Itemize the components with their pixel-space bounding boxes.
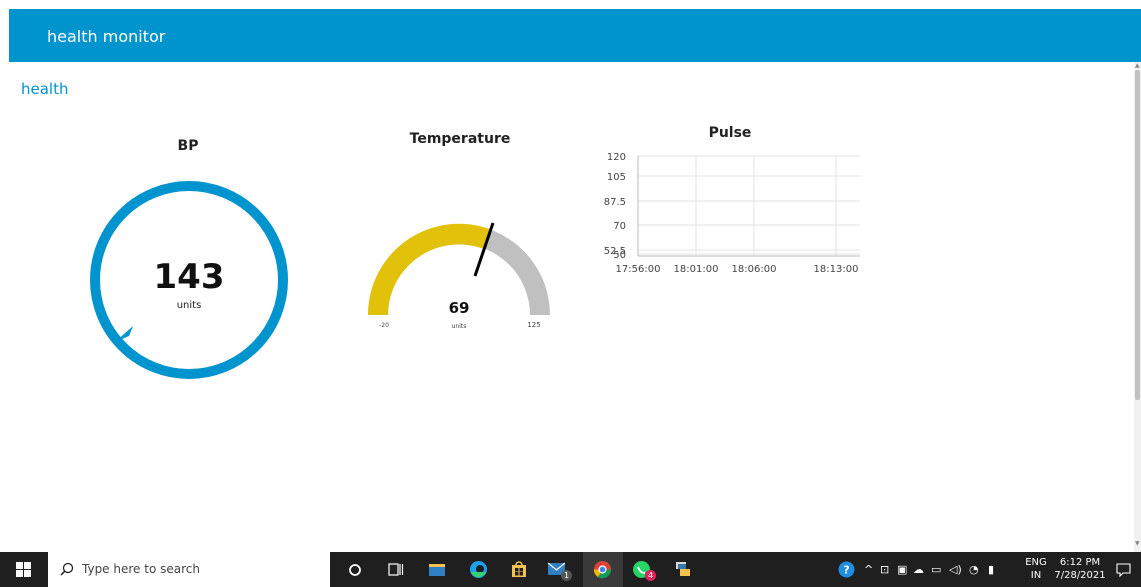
taskbar-search-box[interactable]: Type here to search [48, 552, 330, 587]
cortana-icon[interactable] [348, 563, 362, 577]
windows-start-icon[interactable] [16, 562, 31, 577]
onedrive-cloud-icon[interactable]: ☁ [913, 563, 924, 576]
mail-badge: 1 [561, 570, 572, 581]
bp-value: 143 [154, 257, 225, 297]
pulse-y-tick-label: 87.5 [604, 197, 626, 208]
pulse-x-tick-label: 18:01:00 [674, 264, 719, 275]
input-language-indicator[interactable]: ENG IN [1024, 556, 1048, 582]
clock-date: 7/28/2021 [1054, 570, 1106, 581]
pulse-chart: 12010587.57052.55017:56:00 18:01:00 18:06:… [604, 152, 860, 275]
volume-icon[interactable]: ◁) [949, 563, 962, 576]
scroll-up-arrow-icon[interactable]: ▲ [1135, 62, 1140, 69]
python-app-icon[interactable] [674, 560, 692, 578]
region-code: IN [1030, 570, 1042, 581]
edge-browser-icon[interactable] [469, 560, 488, 579]
temperature-max-label: 125 [527, 321, 540, 329]
pulse-x-tick-label: 18:13:00 [814, 264, 859, 275]
temperature-min-label: -20 [379, 322, 389, 329]
file-explorer-icon[interactable] [428, 561, 446, 578]
search-icon [60, 562, 74, 576]
pulse-title: Pulse [708, 125, 752, 141]
page-scrollbar[interactable]: ▲ ▼ [1134, 62, 1141, 552]
help-icon[interactable]: ? [838, 561, 855, 578]
mail-app-icon[interactable]: 1 [547, 560, 572, 582]
temperature-title: Temperature [409, 131, 511, 147]
pulse-y-tick-label: 120 [607, 152, 626, 163]
wifi-icon[interactable]: ◔ [969, 563, 979, 576]
microsoft-store-icon[interactable] [510, 560, 528, 578]
chrome-browser-icon[interactable] [593, 560, 612, 579]
task-view-icon[interactable] [388, 562, 404, 578]
pulse-x-tick-label: 18:06:00 [732, 264, 777, 275]
show-hidden-icons-chevron-icon[interactable]: ^ [864, 563, 873, 576]
app-header: health monitor [9, 9, 1141, 62]
language-code: ENG [1025, 557, 1047, 568]
windows-taskbar: Type here to search 1 4 ? ^ ⊡ ▣ ☁ ▭ ◁) ◔… [0, 552, 1141, 587]
system-clock[interactable]: 6:12 PM 7/28/2021 [1054, 556, 1106, 582]
bp-title: BP [177, 138, 199, 154]
window-left-gap [0, 9, 9, 552]
pulse-y-tick-label: 50 [613, 250, 626, 261]
window-top-strip [0, 0, 1141, 9]
clock-time: 6:12 PM [1059, 557, 1101, 568]
whatsapp-app-icon[interactable]: 4 [632, 560, 656, 582]
svg-text:?: ? [843, 564, 849, 577]
temperature-gauge: 69 units -20 125 [367, 222, 550, 330]
bp-gauge: 143 units [90, 181, 288, 379]
search-placeholder: Type here to search [82, 562, 200, 576]
group-title: health [21, 80, 69, 98]
meet-now-icon[interactable]: ⊡ [880, 563, 889, 576]
bp-unit: units [177, 300, 202, 311]
notifications-icon[interactable] [1116, 563, 1131, 577]
scroll-down-arrow-icon[interactable]: ▼ [1135, 540, 1140, 547]
page-title: health monitor [47, 27, 166, 46]
temperature-fill [367, 223, 492, 315]
battery-icon[interactable]: ▭ [931, 563, 941, 576]
temperature-value: 69 [449, 299, 470, 317]
pulse-y-tick-label: 105 [607, 172, 626, 183]
pulse-y-tick-label: 70 [613, 221, 626, 232]
notes-icon[interactable]: ▣ [897, 563, 907, 576]
temperature-unit: units [452, 323, 467, 330]
whatsapp-badge: 4 [645, 570, 656, 581]
scrollbar-thumb[interactable] [1135, 70, 1140, 400]
pulse-x-tick-label: 17:56:00 [616, 264, 661, 275]
microphone-icon[interactable]: ▮ [988, 563, 994, 576]
